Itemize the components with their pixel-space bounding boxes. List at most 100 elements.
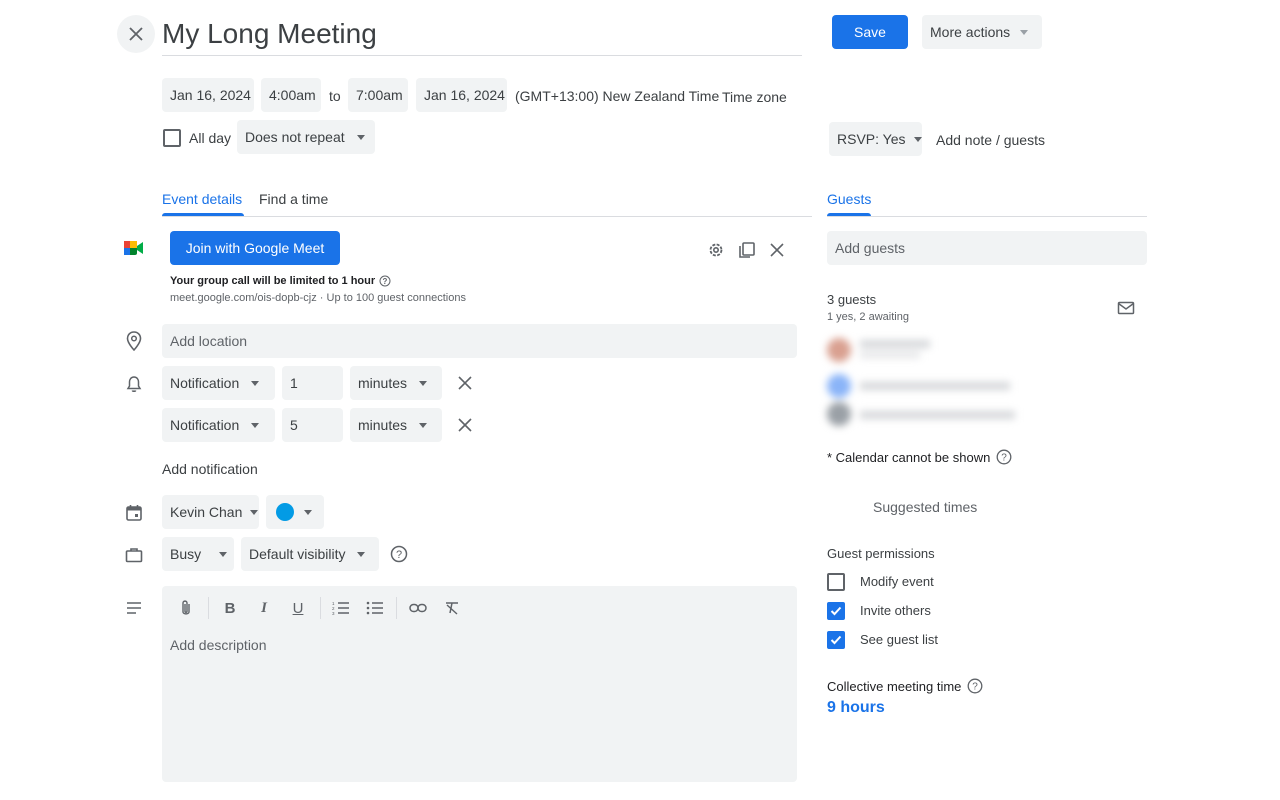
chevron-down-icon [419,422,428,428]
chevron-down-icon [304,509,312,515]
briefcase-icon [124,545,144,565]
calendar-note-text: * Calendar cannot be shown [827,449,991,465]
clear-formatting-icon[interactable] [441,597,463,619]
end-time: 7:00am [356,87,403,103]
toolbar-divider [208,597,209,619]
guest-email-redacted [860,382,1010,390]
end-time-chip[interactable]: 7:00am [348,78,408,112]
chevron-down-icon [419,380,428,386]
start-date-chip[interactable]: Jan 16, 2024 [162,78,254,112]
notification-value-input[interactable]: 1 [282,366,343,400]
add-guests-input[interactable]: Add guests [827,231,1147,265]
event-color-dropdown[interactable] [266,495,324,529]
meet-settings-gear-icon[interactable] [706,240,726,260]
avatar [827,374,851,398]
repeat-dropdown[interactable]: Does not repeat [237,120,375,154]
help-icon[interactable]: ? [967,678,983,694]
remove-notification-close-icon[interactable] [455,415,475,435]
notification-unit-dropdown[interactable]: minutes [350,408,442,442]
remove-notification-close-icon[interactable] [455,373,475,393]
notification-value: 5 [290,417,298,433]
visibility-dropdown[interactable]: Default visibility [241,537,379,571]
svg-text:?: ? [973,682,979,693]
notes-lines-icon [124,598,144,618]
guest-count: 3 guests [827,292,877,307]
all-day-checkbox[interactable] [163,129,181,147]
toolbar-divider [396,597,397,619]
help-icon[interactable]: ? [996,449,1012,465]
help-icon[interactable]: ? [389,544,409,564]
link-icon[interactable] [407,597,429,619]
invite-others-label: Invite others [860,603,931,618]
notification-type: Notification [170,375,240,391]
bold-icon[interactable]: B [219,597,241,619]
join-meet-label: Join with Google Meet [185,240,325,256]
save-button[interactable]: Save [832,15,908,49]
numbered-list-icon[interactable]: 123 [330,597,352,619]
guest-list [824,334,1024,430]
end-date: Jan 16, 2024 [424,87,505,103]
chevron-down-icon [250,509,259,515]
end-date-chip[interactable]: Jan 16, 2024 [416,78,507,112]
start-date: Jan 16, 2024 [170,87,251,103]
collective-label: Collective meeting time [827,678,962,694]
event-title: My Long Meeting [162,18,377,49]
underline-icon[interactable]: U [287,597,309,619]
meet-limit-text: Your group call will be limited to 1 hou… [170,275,391,287]
notification-unit: minutes [358,417,408,433]
guest-summary: 1 yes, 2 awaiting [827,311,909,323]
collective-meeting-value: 9 hours [827,699,885,716]
to-label: to [329,88,341,104]
description-placeholder: Add description [170,637,267,653]
notification-unit: minutes [358,375,408,391]
add-note-guests-link[interactable]: Add note / guests [936,132,1045,148]
visibility-label: Default visibility [249,546,346,562]
suggested-times-button[interactable]: Suggested times [873,499,977,515]
meet-link-text[interactable]: meet.google.com/ois-dopb-cjz · Up to 100… [170,292,466,304]
notification-unit-dropdown[interactable]: minutes [350,366,442,400]
join-google-meet-button[interactable]: Join with Google Meet [170,231,340,265]
chevron-down-icon [913,136,922,142]
notification-type-dropdown[interactable]: Notification [162,408,275,442]
svg-text:3: 3 [332,611,335,615]
help-icon[interactable]: ? [379,275,391,287]
start-time-chip[interactable]: 4:00am [261,78,321,112]
calendar-owner-dropdown[interactable]: Kevin Chan [162,495,259,529]
remove-meet-close-icon[interactable] [767,240,787,260]
italic-icon[interactable]: I [253,597,275,619]
calendar-icon [124,503,144,523]
tab-find-time[interactable]: Find a time [259,191,328,207]
see-guest-list-checkbox[interactable] [827,631,845,649]
rsvp-dropdown[interactable]: RSVP: Yes [829,122,922,156]
bulleted-list-icon[interactable] [364,597,386,619]
copy-icon[interactable] [737,240,757,260]
tab-event-details[interactable]: Event details [162,191,242,207]
title-input[interactable]: My Long Meeting [162,14,802,56]
close-button[interactable] [117,15,155,53]
repeat-label: Does not repeat [245,129,345,145]
event-color-swatch [276,503,294,521]
busy-status-dropdown[interactable]: Busy [162,537,234,571]
modify-event-checkbox[interactable] [827,573,845,591]
save-label: Save [854,24,886,40]
calendar-owner: Kevin Chan [170,504,243,520]
notification-value-input[interactable]: 5 [282,408,343,442]
attachment-icon[interactable] [175,597,197,619]
chevron-down-icon [1020,29,1029,35]
invite-others-checkbox[interactable] [827,602,845,620]
chevron-down-icon [219,551,228,557]
avatar [827,402,851,426]
timezone-link[interactable]: Time zone [722,89,787,105]
tab-guests[interactable]: Guests [827,191,871,207]
notification-type-dropdown[interactable]: Notification [162,366,275,400]
tabs-divider [162,216,812,217]
add-notification-link[interactable]: Add notification [162,461,258,477]
more-actions-button[interactable]: More actions [922,15,1042,49]
location-input[interactable]: Add location [162,324,797,358]
guest-email-redacted [860,411,1015,419]
email-guests-mail-icon[interactable] [1116,298,1136,318]
collective-meeting-time: Collective meeting time ? [827,678,983,694]
svg-text:?: ? [383,277,388,286]
close-icon [128,26,144,42]
notification-value: 1 [290,375,298,391]
